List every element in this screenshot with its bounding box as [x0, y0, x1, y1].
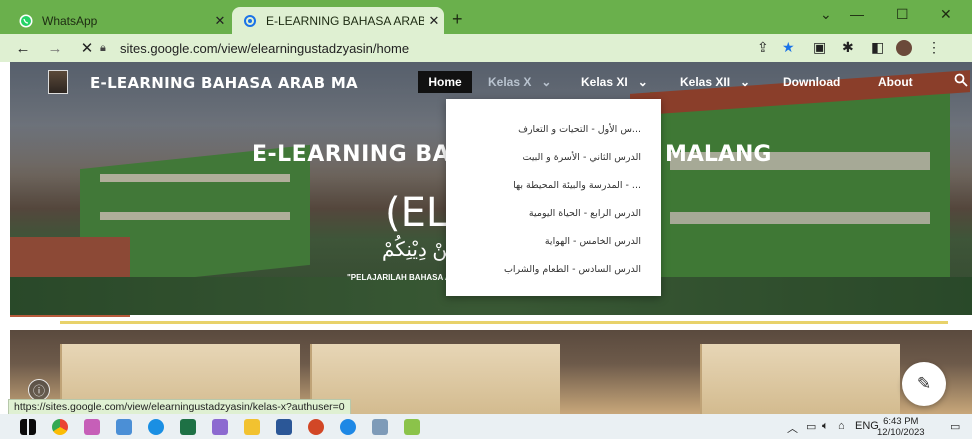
nav-about[interactable]: About — [878, 75, 913, 89]
network-icon[interactable]: ⌂ — [838, 420, 845, 432]
file-explorer-icon[interactable] — [244, 419, 260, 435]
site-header: E-LEARNING BAHASA ARAB MA Home Kelas X ⌄ … — [10, 62, 972, 104]
notification-icon[interactable]: ▭ — [950, 420, 960, 433]
language-indicator[interactable]: ENG — [855, 420, 879, 432]
menu-kebab-icon[interactable]: ⋮ — [927, 39, 941, 56]
minimize-icon[interactable]: — — [850, 6, 864, 22]
nav-kelas-xi[interactable]: Kelas XI ⌄ — [581, 75, 648, 89]
hero-title-right: MALANG — [665, 142, 772, 167]
status-url-bar: https://sites.google.com/view/elearningu… — [8, 399, 351, 415]
window-close-icon[interactable]: ✕ — [940, 6, 952, 23]
browser-tab-strip: WhatsApp ✕ E-LEARNING BAHASA ARAB MA ✕ +… — [0, 0, 972, 34]
tab-search-chevron-icon[interactable]: ⌄ — [820, 6, 832, 23]
extension-icon[interactable]: ▣ — [813, 39, 826, 56]
nav-download[interactable]: Download — [783, 75, 840, 89]
nav-label: Kelas XI — [581, 75, 628, 89]
nav-kelas-x[interactable]: Kelas X ⌄ — [488, 75, 551, 89]
tray-chevron-up-icon[interactable]: ︿ — [787, 420, 798, 436]
chevron-down-icon: ⌄ — [740, 75, 751, 89]
google-sites-icon — [242, 13, 258, 29]
edit-pencil-icon[interactable]: ✎ — [902, 362, 946, 406]
dropdown-item[interactable]: ... - المدرسة والبيئة المحيطة بها — [513, 180, 641, 191]
telegram-icon[interactable] — [340, 419, 356, 435]
search-icon[interactable] — [954, 73, 968, 90]
app-icon-pink[interactable] — [84, 419, 100, 435]
share-icon[interactable]: ⇪ — [757, 39, 769, 56]
address-bar[interactable]: 🔒︎ sites.google.com/view/elearningustadz… — [100, 37, 800, 59]
app-icon-blue[interactable] — [116, 419, 132, 435]
stop-loading-icon[interactable]: ✕ — [76, 39, 98, 57]
dropdown-item[interactable]: الدرس الثاني - الأسرة و البيت — [522, 152, 641, 163]
tab-close-icon[interactable]: ✕ — [210, 13, 230, 29]
battery-icon[interactable]: ▭ — [806, 420, 816, 433]
nav-kelas-xii[interactable]: Kelas XII ⌄ — [680, 75, 750, 89]
kelas-x-dropdown: ...س الأول - التحيات و التعارف الدرس الث… — [446, 99, 661, 296]
info-icon[interactable]: ⓘ — [28, 379, 50, 401]
dropdown-item[interactable]: الدرس الرابع - الحياة اليومية — [529, 208, 641, 219]
clock-date: 12/10/2023 — [877, 427, 925, 438]
tab-close-icon[interactable]: ✕ — [424, 13, 444, 29]
chrome-icon[interactable] — [52, 419, 68, 435]
tab-title: WhatsApp — [42, 13, 98, 28]
site-logo[interactable] — [48, 70, 68, 94]
windows-start-icon[interactable] — [20, 419, 36, 435]
profile-avatar[interactable] — [896, 40, 912, 56]
maximize-icon[interactable]: ☐ — [896, 6, 909, 23]
lock-icon[interactable]: 🔒︎ — [100, 42, 114, 55]
tab-elearning[interactable]: E-LEARNING BAHASA ARAB MA ✕ — [232, 7, 444, 34]
volume-icon[interactable]: 🔈︎ — [822, 420, 829, 433]
tab-whatsapp[interactable]: WhatsApp ✕ — [8, 7, 230, 34]
side-panel-icon[interactable]: ◧ — [871, 39, 884, 56]
dropdown-item[interactable]: الدرس السادس - الطعام والشراب — [504, 264, 641, 275]
app-icon-gray[interactable] — [372, 419, 388, 435]
section-divider — [60, 321, 948, 324]
puzzle-icon[interactable]: ✱ — [842, 39, 854, 56]
room-panel — [700, 344, 900, 414]
nav-home[interactable]: Home — [418, 71, 472, 93]
tab-title: E-LEARNING BAHASA ARAB MA — [266, 13, 424, 28]
app-icon-purple[interactable] — [212, 419, 228, 435]
back-icon[interactable]: ← — [12, 40, 34, 57]
bookmark-star-icon[interactable]: ★ — [782, 39, 795, 56]
word-icon[interactable] — [276, 419, 292, 435]
clock-time: 6:43 PM — [883, 416, 919, 427]
dropdown-item[interactable]: ...س الأول - التحيات و التعارف — [518, 124, 641, 135]
taskbar-clock[interactable]: 6:43 PM 12/10/2023 — [877, 416, 925, 438]
windows-taskbar: ︿ ▭ 🔈︎ ⌂ ENG 6:43 PM 12/10/2023 ▭ — [0, 414, 972, 439]
chevron-down-icon: ⌄ — [541, 75, 552, 89]
forward-icon[interactable]: → — [44, 40, 66, 57]
powerpoint-icon[interactable] — [308, 419, 324, 435]
dropdown-item[interactable]: الدرس الخامس - الهواية — [545, 236, 641, 247]
nav-label: Kelas X — [488, 75, 532, 89]
excel-icon[interactable] — [180, 419, 196, 435]
whatsapp-icon — [18, 13, 34, 29]
nav-label: Kelas XII — [680, 75, 731, 89]
edge-icon[interactable] — [148, 419, 164, 435]
chevron-down-icon: ⌄ — [637, 75, 648, 89]
app-icon-green[interactable] — [404, 419, 420, 435]
site-name[interactable]: E-LEARNING BAHASA ARAB MA — [90, 74, 358, 92]
url-text: sites.google.com/view/elearningustadzyas… — [120, 40, 410, 56]
new-tab-button[interactable]: + — [452, 9, 463, 30]
